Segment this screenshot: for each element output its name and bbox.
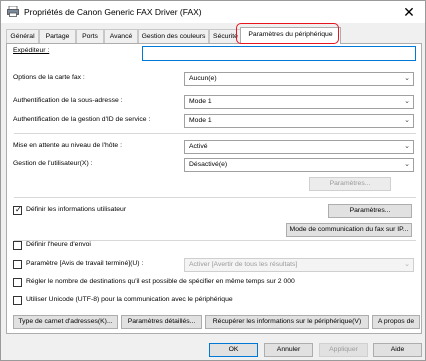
address-book-type-button[interactable]: Type de carnet d'adresses(K)...	[13, 315, 118, 329]
heure-envoi-checkbox[interactable]	[13, 241, 22, 250]
tab-ports[interactable]: Ports	[76, 29, 104, 43]
avis-travail-label: Paramètre [Avis de travail terminé](U) :	[26, 260, 144, 267]
regler-nombre-label: Régler le nombre de destinations qu'il e…	[26, 278, 295, 285]
printer-icon	[7, 6, 19, 17]
tab-gestion-couleurs[interactable]: Gestion des couleurs	[138, 29, 209, 43]
chevron-down-icon: ⌄	[404, 261, 410, 268]
retrieve-device-info-button[interactable]: Récupérer les informations sur le périph…	[205, 315, 369, 329]
unicode-checkbox[interactable]	[13, 296, 22, 305]
fax-ip-mode-button[interactable]: Mode de communication du fax sur IP...	[286, 223, 412, 237]
ok-button[interactable]: OK	[209, 343, 258, 357]
tab-avance[interactable]: Avancé	[104, 29, 138, 43]
properties-dialog: Propriétés de Canon Generic FAX Driver (…	[0, 0, 426, 361]
unicode-label: Utiliser Unicode (UTF-8) pour la communi…	[26, 296, 233, 303]
checkmark-icon: ✓	[15, 205, 22, 214]
expediteur-input[interactable]	[142, 46, 416, 61]
chevron-down-icon: ⌄	[404, 143, 410, 150]
mise-attente-label: Mise en attente au niveau de l'hôte :	[13, 142, 122, 149]
close-icon[interactable]: ✕	[401, 4, 417, 20]
heure-envoi-label: Définir l'heure d'envoi	[26, 241, 91, 248]
definir-info-label: Définir les informations utilisateur	[26, 206, 127, 213]
regler-nombre-checkbox[interactable]	[13, 278, 22, 287]
apply-button[interactable]: Appliquer	[319, 343, 368, 357]
window-title: Propriétés de Canon Generic FAX Driver (…	[24, 7, 202, 17]
about-button[interactable]: A propos de	[372, 315, 420, 329]
sous-adresse-label: Authentification de la sous-adresse :	[13, 97, 123, 104]
avis-travail-select[interactable]: Activer [Avertir de tous les résultats] ⌄	[184, 258, 414, 272]
expediteur-label: Expéditeur :	[13, 47, 50, 54]
user-info-settings-button[interactable]: Paramètres...	[328, 204, 412, 218]
chevron-down-icon: ⌄	[404, 161, 410, 168]
gestion-utilisateur-label: Gestion de l'utilisateur(X) :	[13, 160, 93, 167]
definir-info-checkbox[interactable]: ✓	[13, 205, 22, 215]
gestion-id-label: Authentification de la gestion d'ID de s…	[13, 116, 151, 123]
carte-fax-select[interactable]: Aucun(e) ⌄	[184, 72, 414, 86]
mise-attente-select[interactable]: Activé ⌄	[184, 140, 414, 154]
detailed-settings-button[interactable]: Paramètres détaillés...	[121, 315, 202, 329]
avis-travail-checkbox[interactable]	[13, 260, 22, 269]
gestion-id-select[interactable]: Mode 1 ⌄	[184, 114, 414, 128]
help-button[interactable]: Aide	[373, 343, 422, 357]
carte-fax-label: Options de la carte fax :	[13, 74, 85, 81]
divider	[14, 133, 416, 134]
chevron-down-icon: ⌄	[404, 117, 410, 124]
cancel-button[interactable]: Annuler	[264, 343, 313, 357]
chevron-down-icon: ⌄	[404, 98, 410, 105]
user-management-settings-button[interactable]: Paramètres...	[309, 177, 391, 191]
tab-bar: Général Partage Ports Avancé Gestion des…	[6, 27, 422, 44]
gestion-utilisateur-select[interactable]: Désactivé(e) ⌄	[184, 158, 414, 172]
divider	[14, 197, 416, 198]
tab-general[interactable]: Général	[6, 29, 39, 43]
title-bar: Propriétés de Canon Generic FAX Driver (…	[1, 1, 425, 23]
device-settings-panel: Expéditeur : Options de la carte fax : A…	[6, 43, 422, 334]
chevron-down-icon: ⌄	[404, 75, 410, 82]
tab-partage[interactable]: Partage	[39, 29, 76, 43]
sous-adresse-select[interactable]: Mode 1 ⌄	[184, 95, 414, 109]
tab-highlight-annotation	[236, 23, 339, 44]
